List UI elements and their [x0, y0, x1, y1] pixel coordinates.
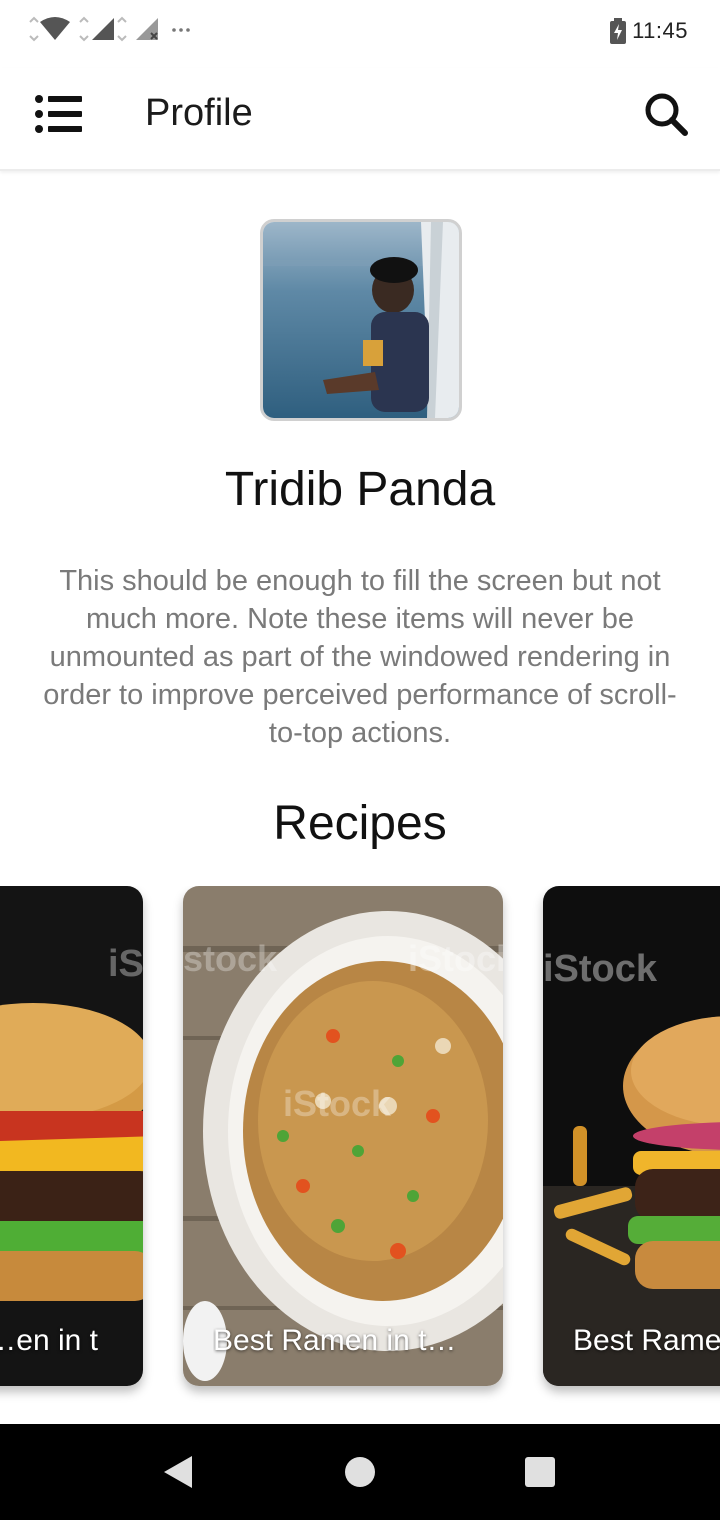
status-time: 11:45: [632, 18, 688, 43]
back-icon[interactable]: [160, 1452, 200, 1492]
status-bar: 11:45: [0, 0, 720, 68]
recipe-card-label: en in t…: [0, 1324, 98, 1357]
recipe-card-label: Best Ramen in t…: [213, 1324, 457, 1357]
recents-icon[interactable]: [520, 1452, 560, 1492]
profile-name: Tridib Panda: [224, 463, 496, 516]
watermark: iStock: [543, 948, 658, 990]
recipe-carousel[interactable]: iSt en in t… iStock stock iStock Best: [0, 886, 720, 1406]
profile-bio: This should be enough to fill the screen…: [43, 565, 677, 749]
watermark: iStock: [408, 938, 503, 979]
signal-off-icon: [136, 18, 158, 40]
app-bar: Profile: [0, 68, 720, 171]
search-icon[interactable]: [642, 90, 690, 138]
wifi-icon: [29, 16, 70, 42]
more-icon: [172, 28, 190, 32]
fried-rice-image: iStock stock iStock: [183, 886, 503, 1386]
navigation-bar: [0, 1424, 720, 1520]
watermark: iStock: [283, 1083, 392, 1124]
watermark: stock: [183, 938, 278, 979]
status-right: 11:45: [610, 18, 688, 44]
recipe-card-label: Best Rame: [573, 1324, 720, 1357]
recipe-card[interactable]: iStock Best Rame: [543, 886, 720, 1386]
burger-image: iStock: [543, 886, 720, 1386]
burger-image: iSt: [0, 886, 143, 1386]
list-icon[interactable]: [34, 94, 84, 134]
battery-charging-icon: [610, 18, 627, 44]
avatar-photo: [263, 222, 459, 418]
watermark: iSt: [108, 943, 143, 985]
recipe-card[interactable]: iStock stock iStock Best Ramen in t…: [183, 886, 503, 1386]
home-icon[interactable]: [340, 1452, 380, 1492]
status-icons: [28, 14, 192, 44]
recipe-card[interactable]: iSt en in t…: [0, 886, 143, 1386]
avatar: [260, 219, 462, 421]
recipes-title: Recipes: [273, 797, 447, 850]
page-title: Profile: [145, 92, 253, 134]
signal-icon: [79, 16, 127, 42]
